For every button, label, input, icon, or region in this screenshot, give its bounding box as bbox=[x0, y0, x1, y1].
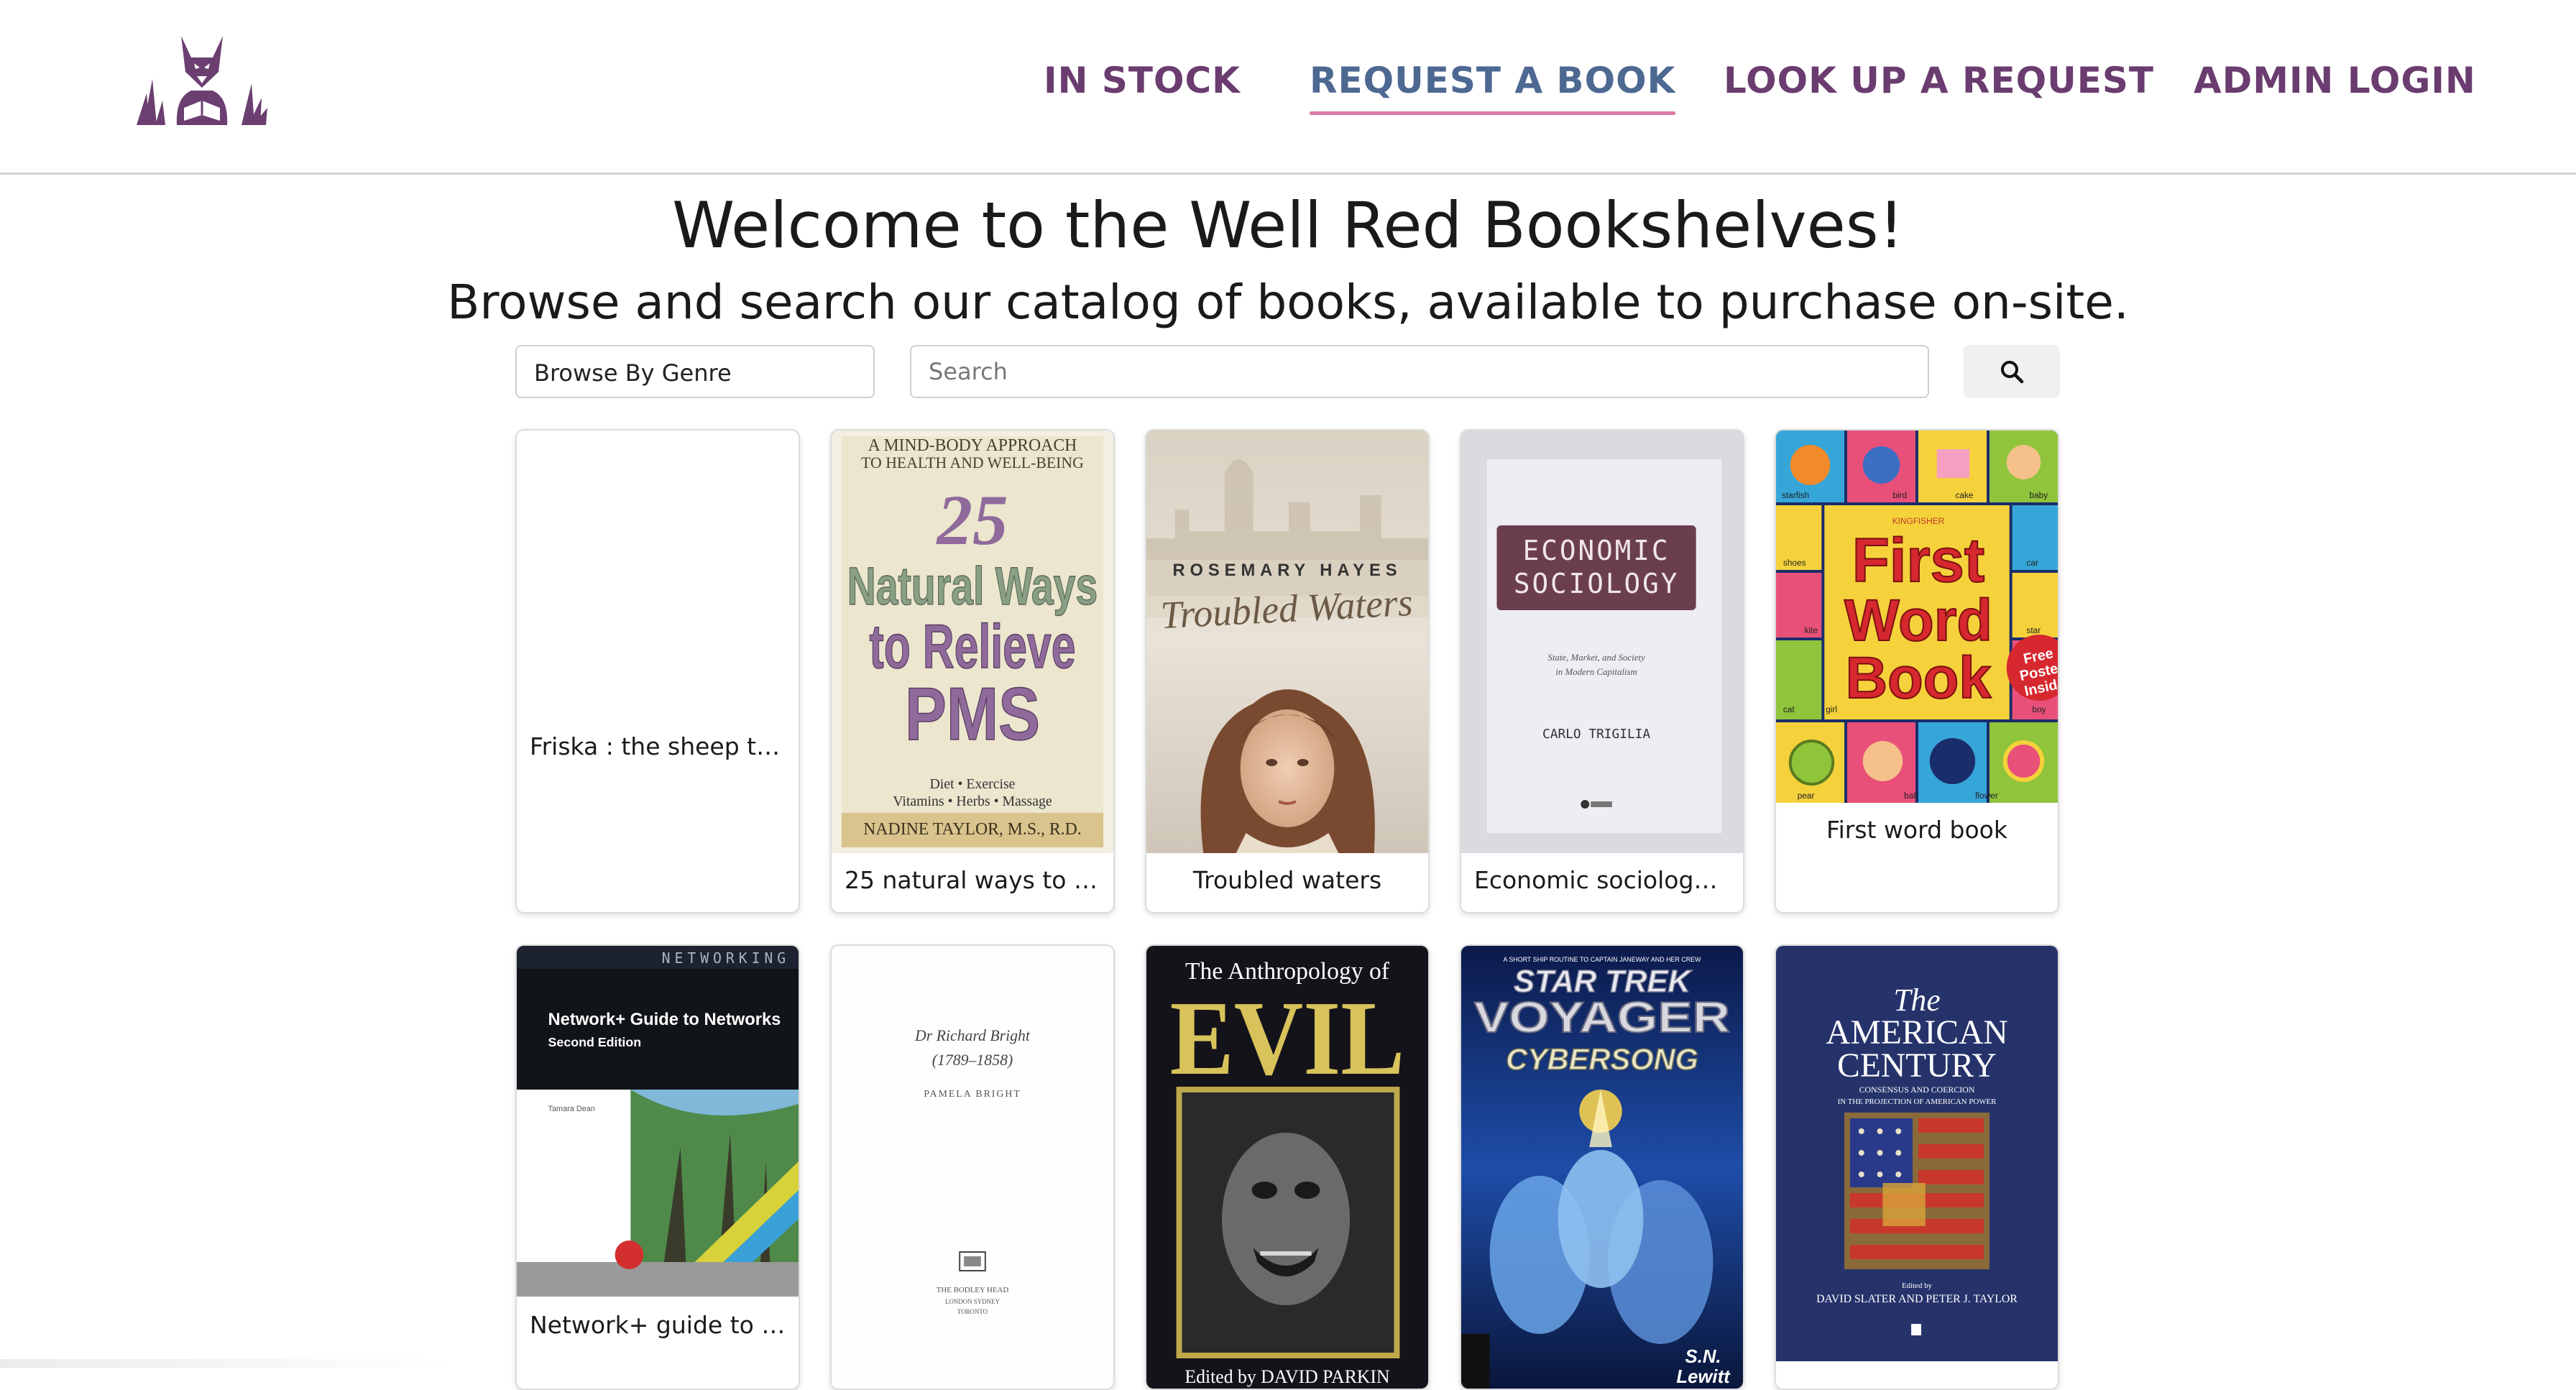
svg-text:A MIND-BODY APPROACH: A MIND-BODY APPROACH bbox=[868, 436, 1077, 455]
svg-text:First: First bbox=[1852, 527, 1984, 595]
svg-text:(1789–1858): (1789–1858) bbox=[932, 1051, 1013, 1069]
book-card[interactable]: Dr Richard Bright (1789–1858) PAMELA BRI… bbox=[830, 944, 1115, 1390]
svg-text:cat: cat bbox=[1783, 704, 1795, 714]
svg-text:Natural Ways: Natural Ways bbox=[847, 556, 1098, 616]
svg-text:Diet • Exercise: Diet • Exercise bbox=[930, 776, 1016, 792]
svg-text:CYBERSONG: CYBERSONG bbox=[1506, 1042, 1698, 1076]
svg-text:car: car bbox=[2026, 558, 2038, 568]
svg-text:bird: bird bbox=[1892, 490, 1907, 500]
svg-text:NADINE TAYLOR, M.S., R.D.: NADINE TAYLOR, M.S., R.D. bbox=[863, 820, 1081, 839]
svg-text:CARLO TRIGILIA: CARLO TRIGILIA bbox=[1542, 727, 1650, 742]
book-cover-image: KINGFISHER First Word Book Free Poster I… bbox=[1776, 431, 2058, 803]
book-card[interactable]: A SHORT SHIP ROUTINE TO CAPTAIN JANEWAY … bbox=[1460, 944, 1744, 1390]
svg-text:Dr Richard Bright: Dr Richard Bright bbox=[914, 1027, 1031, 1044]
svg-text:SOCIOLOGY: SOCIOLOGY bbox=[1514, 568, 1679, 599]
active-nav-underline bbox=[1310, 111, 1676, 115]
book-title: Friska : the sheep that ... bbox=[530, 732, 786, 760]
nav-in-stock[interactable]: IN STOCK bbox=[1044, 52, 1241, 109]
book-title: 25 natural ways to reli... bbox=[845, 866, 1100, 894]
book-cover-image: The Anthropology of EVIL Edited by DAVID… bbox=[1146, 946, 1428, 1389]
svg-text:ECONOMIC: ECONOMIC bbox=[1523, 535, 1670, 566]
book-cover-image: ROSEMARY HAYES Troubled Waters bbox=[1146, 431, 1428, 853]
book-cover-image: NETWORKING Network+ Guide to Networks Se… bbox=[517, 946, 799, 1297]
svg-text:Edited by: Edited by bbox=[1902, 1281, 1933, 1290]
svg-text:CENTURY: CENTURY bbox=[1837, 1046, 1997, 1085]
page-subtitle: Browse and search our catalog of books, … bbox=[447, 275, 2129, 330]
svg-text:TO HEALTH AND WELL-BEING: TO HEALTH AND WELL-BEING bbox=[861, 454, 1084, 471]
search-button[interactable] bbox=[1964, 345, 2060, 398]
svg-text:TORONTO: TORONTO bbox=[957, 1308, 988, 1315]
svg-text:in Modern Capitalism: in Modern Capitalism bbox=[1555, 666, 1637, 677]
genre-select[interactable]: Browse By Genre bbox=[515, 345, 875, 398]
nav-request-a-book-label: REQUEST A BOOK bbox=[1310, 60, 1676, 101]
svg-text:Second Edition: Second Edition bbox=[548, 1035, 642, 1049]
svg-text:PMS: PMS bbox=[905, 672, 1040, 756]
svg-text:State, Market, and Society: State, Market, and Society bbox=[1547, 652, 1645, 663]
scroll-shadow bbox=[0, 1359, 460, 1368]
svg-text:ball: ball bbox=[1904, 791, 1917, 801]
svg-text:VOYAGER: VOYAGER bbox=[1474, 993, 1730, 1041]
book-title: Economic sociology : s... bbox=[1474, 866, 1730, 894]
book-card[interactable]: A MIND-BODY APPROACH TO HEALTH AND WELL-… bbox=[830, 429, 1115, 913]
svg-text:cake: cake bbox=[1955, 490, 1973, 500]
book-cover-image: Dr Richard Bright (1789–1858) PAMELA BRI… bbox=[832, 946, 1113, 1389]
svg-text:Network+ Guide to Networks: Network+ Guide to Networks bbox=[548, 1010, 781, 1029]
svg-text:A SHORT SHIP ROUTINE TO CAPTAI: A SHORT SHIP ROUTINE TO CAPTAIN JANEWAY … bbox=[1503, 956, 1701, 963]
svg-text:Vitamins • Herbs • Massage: Vitamins • Herbs • Massage bbox=[893, 793, 1052, 809]
svg-text:boy: boy bbox=[2032, 704, 2046, 714]
book-title: First word book bbox=[1826, 816, 2007, 844]
svg-text:LONDON SYDNEY: LONDON SYDNEY bbox=[945, 1298, 1000, 1305]
book-cover-image: A MIND-BODY APPROACH TO HEALTH AND WELL-… bbox=[832, 431, 1113, 853]
nav-request-a-book[interactable]: REQUEST A BOOK bbox=[1310, 52, 1676, 115]
page-title: Welcome to the Well Red Bookshelves! bbox=[672, 188, 1904, 262]
svg-text:Lewitt: Lewitt bbox=[1676, 1367, 1731, 1387]
svg-text:CONSENSUS AND COERCION: CONSENSUS AND COERCION bbox=[1859, 1085, 1975, 1095]
nav-admin-login[interactable]: ADMIN LOGIN bbox=[2194, 52, 2476, 109]
svg-text:star: star bbox=[2026, 625, 2041, 635]
svg-text:IN THE PROJECTION OF AMERICAN: IN THE PROJECTION OF AMERICAN POWER bbox=[1838, 1097, 1997, 1106]
fox-reading-book-icon[interactable] bbox=[134, 29, 270, 129]
book-cover-image: A SHORT SHIP ROUTINE TO CAPTAIN JANEWAY … bbox=[1461, 946, 1743, 1389]
svg-text:starfish: starfish bbox=[1782, 490, 1809, 500]
book-card[interactable]: ECONOMIC SOCIOLOGY State, Market, and So… bbox=[1460, 429, 1744, 913]
book-card[interactable]: Friska : the sheep that ... bbox=[515, 429, 800, 913]
nav-look-up-a-request[interactable]: LOOK UP A REQUEST bbox=[1724, 52, 2154, 109]
site-header: IN STOCK REQUEST A BOOK LOOK UP A REQUES… bbox=[0, 0, 2576, 175]
book-card[interactable]: The AMERICAN CENTURY CONSENSUS AND COERC… bbox=[1775, 944, 2059, 1390]
book-cover-image: ECONOMIC SOCIOLOGY State, Market, and So… bbox=[1461, 431, 1743, 853]
book-card[interactable]: ROSEMARY HAYES Troubled Waters Troubled … bbox=[1145, 429, 1430, 913]
svg-text:KINGFISHER: KINGFISHER bbox=[1892, 516, 1945, 526]
search-icon bbox=[2001, 361, 2024, 384]
search-input[interactable] bbox=[910, 345, 1929, 398]
book-cover-image: The AMERICAN CENTURY CONSENSUS AND COERC… bbox=[1776, 946, 2058, 1361]
svg-text:S.N.: S.N. bbox=[1685, 1347, 1721, 1367]
book-card[interactable]: KINGFISHER First Word Book Free Poster I… bbox=[1775, 429, 2059, 913]
svg-text:ROSEMARY HAYES: ROSEMARY HAYES bbox=[1172, 561, 1402, 580]
svg-text:THE BODLEY HEAD: THE BODLEY HEAD bbox=[937, 1286, 1009, 1294]
svg-text:Book: Book bbox=[1846, 645, 1992, 711]
svg-text:girl: girl bbox=[1826, 704, 1837, 714]
book-card[interactable]: The Anthropology of EVIL Edited by DAVID… bbox=[1145, 944, 1430, 1390]
svg-text:Word: Word bbox=[1844, 588, 1992, 653]
svg-text:pear: pear bbox=[1798, 791, 1815, 801]
book-title: Troubled waters bbox=[1192, 866, 1382, 894]
svg-text:EVIL: EVIL bbox=[1170, 979, 1405, 1097]
svg-text:shoes: shoes bbox=[1783, 558, 1806, 568]
svg-text:kite: kite bbox=[1805, 625, 1818, 635]
svg-text:NETWORKING: NETWORKING bbox=[662, 950, 790, 967]
svg-text:Edited by DAVID PARKIN: Edited by DAVID PARKIN bbox=[1184, 1366, 1389, 1387]
book-card[interactable]: NETWORKING Network+ Guide to Networks Se… bbox=[515, 944, 800, 1390]
svg-text:Tamara Dean: Tamara Dean bbox=[548, 1105, 595, 1113]
svg-text:baby: baby bbox=[2029, 490, 2048, 500]
book-title: Network+ guide to net... bbox=[530, 1311, 786, 1339]
svg-text:DAVID SLATER AND PETER J. TAYL: DAVID SLATER AND PETER J. TAYLOR bbox=[1816, 1293, 2018, 1305]
svg-text:flower: flower bbox=[1975, 791, 1998, 801]
svg-text:25: 25 bbox=[936, 480, 1008, 561]
svg-text:PAMELA BRIGHT: PAMELA BRIGHT bbox=[924, 1089, 1021, 1100]
